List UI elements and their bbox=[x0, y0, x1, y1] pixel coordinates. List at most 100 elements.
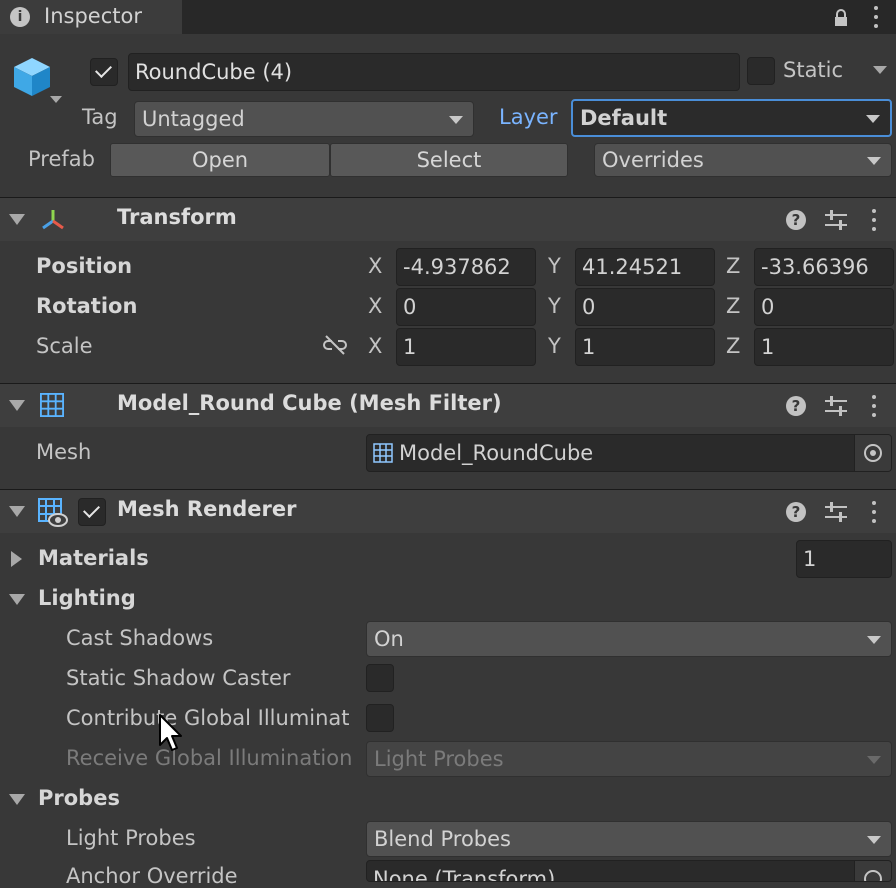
chevron-down-icon bbox=[867, 636, 881, 644]
scale-y-axis[interactable]: Y bbox=[548, 334, 561, 358]
receive-gi-label: Receive Global Illumination bbox=[66, 746, 353, 770]
rotation-x-axis[interactable]: X bbox=[368, 294, 382, 318]
component-menu-icon[interactable] bbox=[872, 209, 876, 231]
probes-collapse-arrow[interactable] bbox=[9, 794, 25, 805]
position-y-axis[interactable]: Y bbox=[548, 254, 561, 278]
receive-gi-value: Light Probes bbox=[374, 747, 504, 771]
position-z-field[interactable]: -33.66396 bbox=[754, 248, 894, 286]
chevron-down-icon bbox=[867, 157, 881, 165]
position-x-axis[interactable]: X bbox=[368, 254, 382, 278]
light-probes-value: Blend Probes bbox=[374, 827, 511, 851]
transform-title: Transform bbox=[117, 205, 237, 229]
tab-bar: i Inspector bbox=[0, 0, 896, 34]
rotation-y-axis[interactable]: Y bbox=[548, 294, 561, 318]
mesh-filter-header[interactable]: Model_Round Cube (Mesh Filter) ? bbox=[0, 383, 896, 427]
transform-header[interactable]: Transform ? bbox=[0, 197, 896, 241]
info-icon: i bbox=[10, 7, 30, 27]
anchor-override-label: Anchor Override bbox=[66, 864, 238, 888]
link-icon[interactable] bbox=[322, 334, 348, 356]
collapse-arrow[interactable] bbox=[9, 400, 25, 411]
transform-icon bbox=[40, 207, 66, 233]
anchor-override-value: None (Transform) bbox=[373, 867, 556, 882]
chevron-down-icon bbox=[449, 116, 463, 124]
materials-expand-arrow[interactable] bbox=[11, 551, 22, 567]
static-checkbox[interactable] bbox=[747, 57, 775, 85]
contribute-gi-checkbox[interactable] bbox=[366, 704, 394, 732]
object-picker-icon[interactable] bbox=[854, 435, 891, 471]
object-name-input[interactable]: RoundCube (4) bbox=[128, 53, 740, 91]
layer-label: Layer bbox=[499, 105, 558, 129]
static-dropdown-arrow[interactable] bbox=[873, 66, 887, 74]
prefab-select-button[interactable]: Select bbox=[330, 143, 568, 177]
anchor-override-field[interactable]: None (Transform) bbox=[366, 860, 892, 882]
overrides-value: Overrides bbox=[602, 148, 704, 172]
inspector-tab[interactable]: i Inspector bbox=[0, 0, 182, 34]
lighting-label[interactable]: Lighting bbox=[38, 586, 136, 610]
scale-z-field[interactable]: 1 bbox=[754, 328, 894, 366]
rotation-x-field[interactable]: 0 bbox=[396, 288, 536, 326]
prefab-overrides-dropdown[interactable]: Overrides bbox=[594, 143, 892, 177]
lock-icon[interactable] bbox=[834, 8, 848, 26]
layer-value: Default bbox=[580, 106, 668, 130]
chevron-down-icon bbox=[867, 836, 881, 844]
rotation-y-field[interactable]: 0 bbox=[575, 288, 715, 326]
materials-label[interactable]: Materials bbox=[38, 546, 149, 570]
scale-x-field[interactable]: 1 bbox=[396, 328, 536, 366]
mesh-filter-title: Model_Round Cube (Mesh Filter) bbox=[117, 391, 502, 415]
mesh-renderer-header[interactable]: Mesh Renderer ? bbox=[0, 489, 896, 533]
mesh-renderer-title: Mesh Renderer bbox=[117, 497, 297, 521]
lighting-collapse-arrow[interactable] bbox=[9, 594, 25, 605]
scale-label: Scale bbox=[36, 334, 93, 358]
contribute-gi-label: Contribute Global Illuminat bbox=[66, 706, 350, 730]
help-icon[interactable]: ? bbox=[786, 210, 806, 230]
mesh-filter-icon bbox=[40, 393, 64, 417]
mesh-label: Mesh bbox=[36, 440, 92, 464]
position-x-field[interactable]: -4.937862 bbox=[396, 248, 536, 286]
scale-x-axis[interactable]: X bbox=[368, 334, 382, 358]
probes-label[interactable]: Probes bbox=[38, 786, 120, 810]
position-label: Position bbox=[36, 254, 133, 278]
tab-menu-icon[interactable] bbox=[874, 6, 878, 28]
cast-shadows-label: Cast Shadows bbox=[66, 626, 214, 650]
gameobject-icon bbox=[10, 54, 54, 98]
scale-y-field[interactable]: 1 bbox=[575, 328, 715, 366]
prefab-open-button[interactable]: Open bbox=[110, 143, 330, 177]
mesh-renderer-icon bbox=[38, 498, 68, 528]
cast-shadows-dropdown[interactable]: On bbox=[366, 621, 892, 657]
collapse-arrow[interactable] bbox=[9, 506, 25, 517]
materials-count-field[interactable]: 1 bbox=[796, 540, 892, 578]
mouse-cursor-icon bbox=[159, 714, 182, 751]
collapse-arrow[interactable] bbox=[9, 214, 25, 225]
component-menu-icon[interactable] bbox=[872, 501, 876, 523]
rotation-z-axis[interactable]: Z bbox=[726, 294, 740, 318]
position-z-axis[interactable]: Z bbox=[726, 254, 740, 278]
scale-z-axis[interactable]: Z bbox=[726, 334, 740, 358]
position-y-field[interactable]: 41.24521 bbox=[575, 248, 715, 286]
active-checkbox[interactable] bbox=[90, 58, 118, 86]
static-label: Static bbox=[783, 58, 844, 82]
light-probes-dropdown[interactable]: Blend Probes bbox=[366, 821, 892, 857]
tab-title: Inspector bbox=[44, 4, 142, 28]
static-shadow-caster-label: Static Shadow Caster bbox=[66, 666, 291, 690]
mesh-renderer-enabled-checkbox[interactable] bbox=[78, 498, 106, 526]
prefab-label: Prefab bbox=[28, 147, 95, 171]
mesh-icon bbox=[373, 443, 393, 463]
object-picker-icon[interactable] bbox=[854, 861, 891, 881]
chevron-down-icon bbox=[866, 115, 880, 123]
icon-dropdown-arrow[interactable] bbox=[50, 96, 62, 103]
chevron-down-icon bbox=[867, 756, 881, 764]
component-menu-icon[interactable] bbox=[872, 395, 876, 417]
mesh-object-field[interactable]: Model_RoundCube bbox=[366, 434, 892, 472]
layer-dropdown[interactable]: Default bbox=[571, 99, 892, 137]
tag-dropdown[interactable]: Untagged bbox=[134, 101, 474, 137]
tag-value: Untagged bbox=[142, 107, 245, 131]
preset-icon[interactable] bbox=[825, 502, 847, 522]
help-icon[interactable]: ? bbox=[786, 396, 806, 416]
preset-icon[interactable] bbox=[825, 210, 847, 230]
rotation-z-field[interactable]: 0 bbox=[754, 288, 894, 326]
static-shadow-caster-checkbox[interactable] bbox=[366, 664, 394, 692]
mesh-value: Model_RoundCube bbox=[399, 441, 594, 465]
light-probes-label: Light Probes bbox=[66, 826, 196, 850]
preset-icon[interactable] bbox=[825, 396, 847, 416]
help-icon[interactable]: ? bbox=[786, 502, 806, 522]
